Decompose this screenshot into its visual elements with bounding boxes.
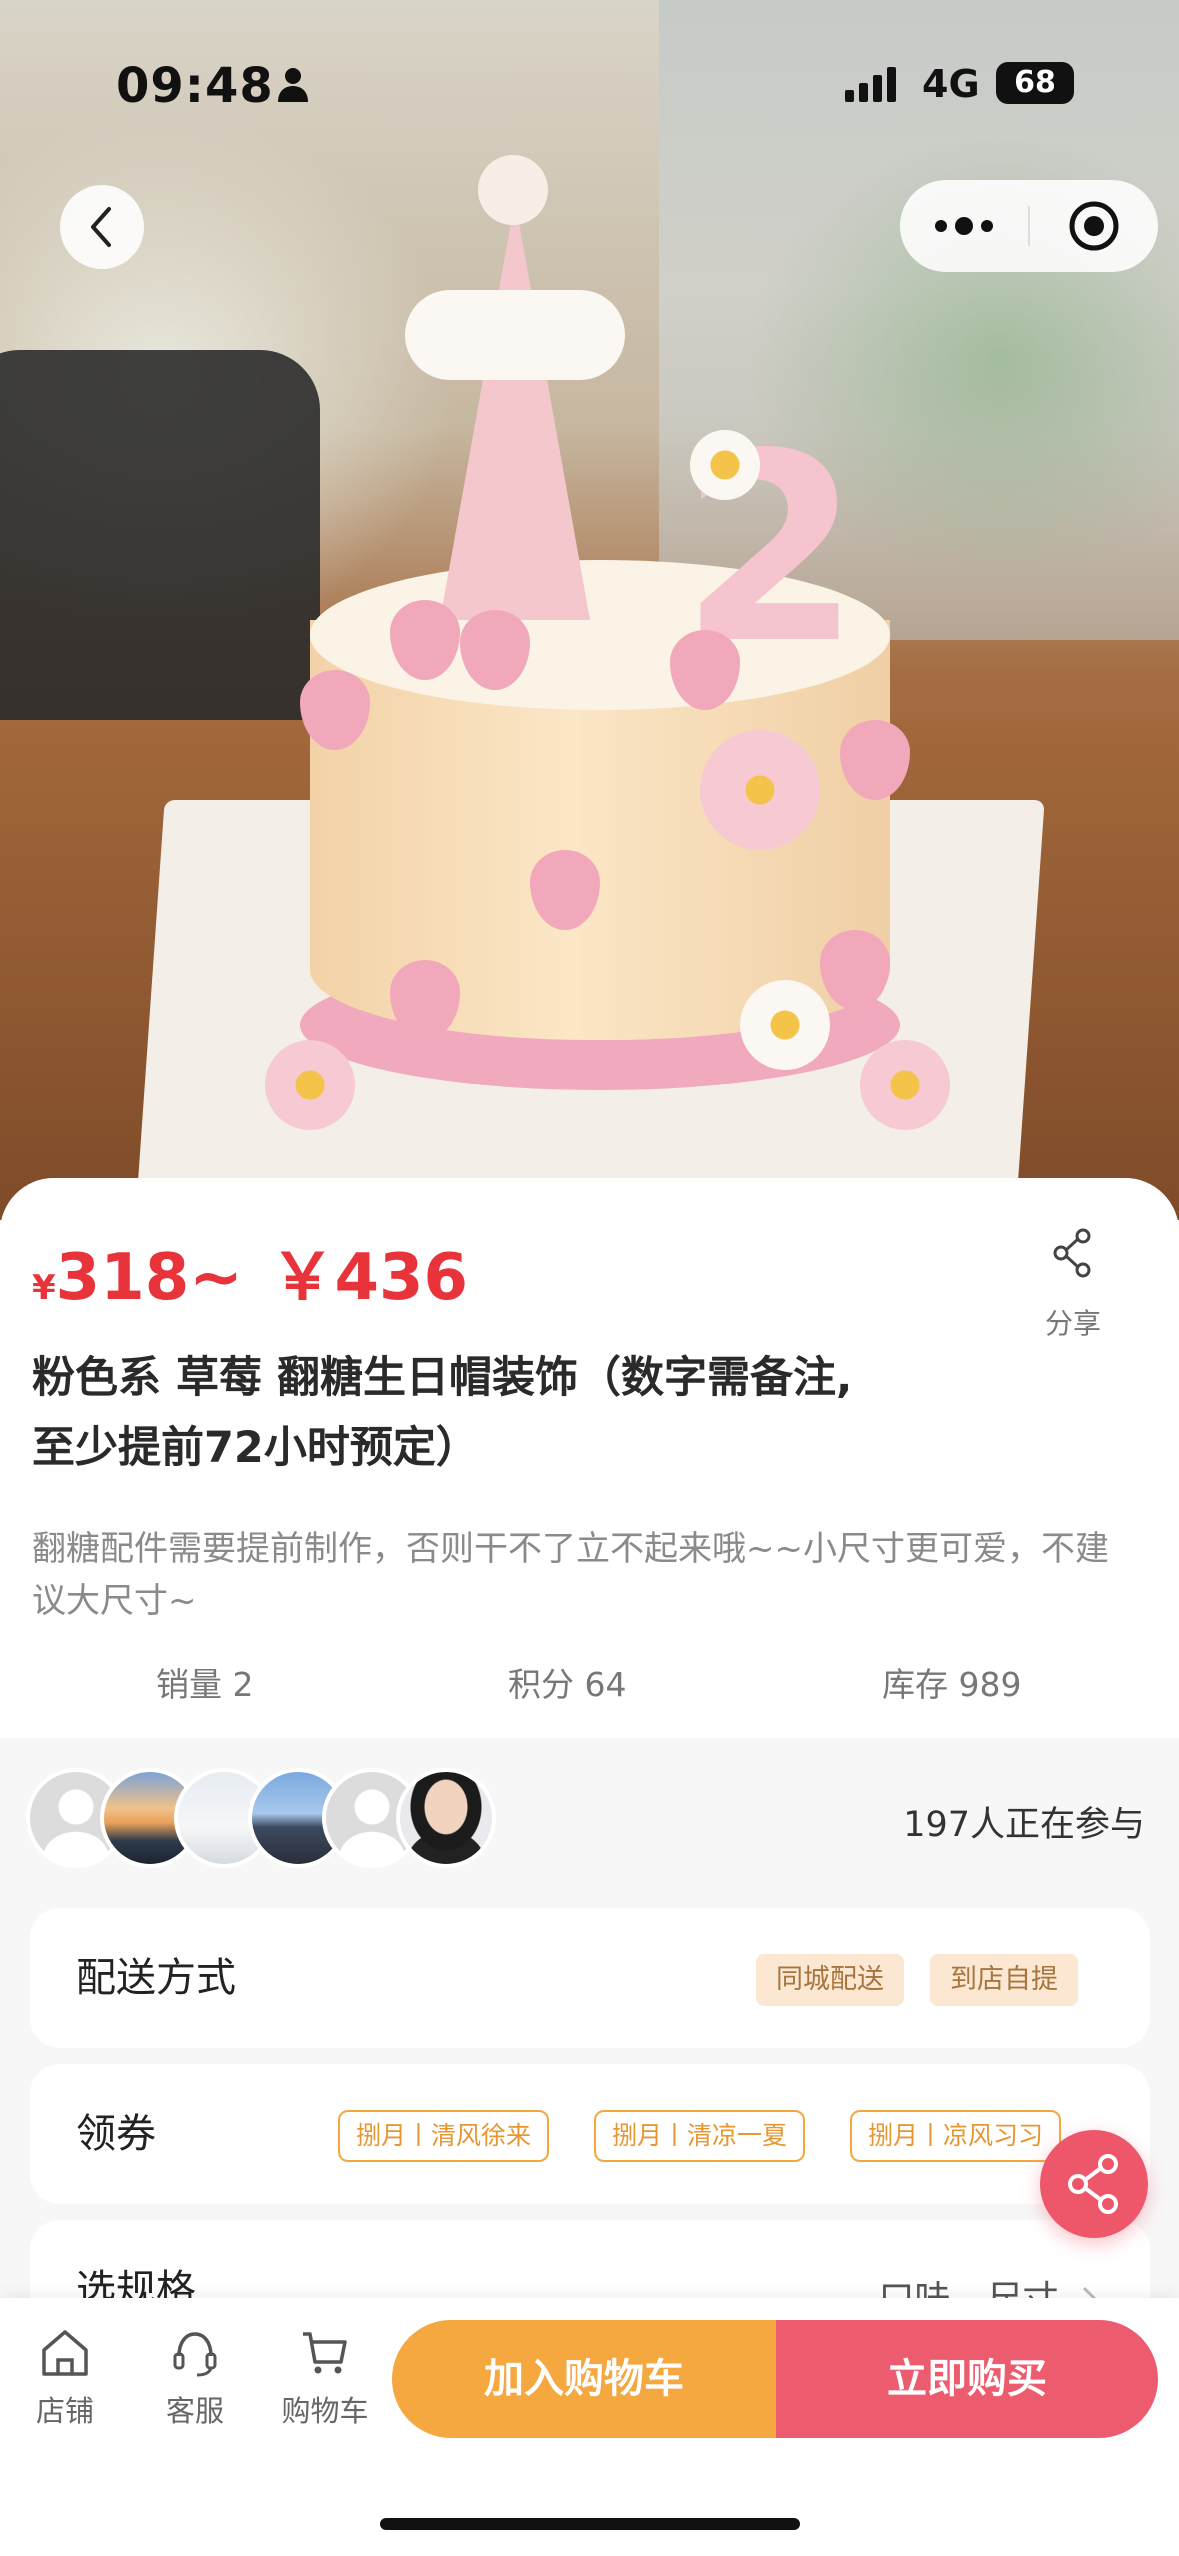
product-description: 翻糖配件需要提前制作，否则干不了立不起来哦~~小尺寸更可爱，不建议大尺寸~ <box>32 1529 1109 1621</box>
network-type: 4G <box>922 62 980 106</box>
price-low: 318~ <box>55 1241 243 1315</box>
delivery-option-pickup[interactable]: 到店自提 <box>930 1954 1078 2006</box>
battery-icon: 68 <box>996 62 1074 104</box>
buy-now-button[interactable]: 立即购买 <box>776 2320 1158 2438</box>
coupon-section[interactable]: 领券 捌月丨清风徐来 捌月丨清凉一夏 捌月丨凉风习习 <box>30 2064 1150 2204</box>
cart-icon <box>303 2332 347 2374</box>
more-options-button[interactable] <box>900 217 1028 235</box>
tab-customer-service[interactable]: 客服 <box>140 2328 250 2430</box>
share-button[interactable]: 分享 <box>1030 1228 1116 1342</box>
tab-cart-label: 购物车 <box>281 2394 369 2428</box>
bottom-action-bar: 店铺 客服 购物车 加入购物车 立即购买 <box>0 2298 1179 2556</box>
coupon-label: 领券 <box>76 2111 156 2157</box>
sales-count: 销量 2 <box>156 1665 254 1704</box>
delivery-section: 配送方式 同城配送 到店自提 <box>30 1908 1150 2048</box>
avatar <box>396 1768 496 1868</box>
share-icon <box>1053 1228 1091 1278</box>
delivery-option-local[interactable]: 同城配送 <box>756 1954 904 2006</box>
store-icon <box>42 2330 88 2376</box>
coupon-tag[interactable]: 捌月丨清凉一夏 <box>594 2110 806 2162</box>
customer-service-icon <box>173 2332 217 2377</box>
stock-count: 库存 989 <box>882 1665 1022 1704</box>
participants-row[interactable]: 197人正在参与 <box>0 1768 1179 1878</box>
status-time: 09:48 <box>116 58 274 114</box>
cellular-signal-icon <box>845 66 896 102</box>
tab-customer-service-label: 客服 <box>165 2394 224 2428</box>
share-icon <box>1068 2154 1118 2214</box>
price-range: ¥318~ ￥436 <box>32 1226 468 1318</box>
coupon-tag[interactable]: 捌月丨凉风习习 <box>850 2110 1062 2162</box>
status-bar: 09:48 4G 68 <box>0 0 1179 170</box>
coupon-tag[interactable]: 捌月丨清风徐来 <box>338 2110 550 2162</box>
back-button[interactable] <box>60 185 144 269</box>
close-miniprogram-button[interactable] <box>1030 199 1158 253</box>
product-info-card: ¥318~ ￥436 分享 粉色系 草莓 翻糖生日帽装饰（数字需备注, 至少提前… <box>0 1178 1179 2378</box>
home-indicator[interactable] <box>380 2518 800 2530</box>
add-to-cart-button[interactable]: 加入购物车 <box>392 2320 776 2438</box>
participant-count: 197人正在参与 <box>903 1805 1145 1845</box>
chevron-left-icon <box>91 207 111 247</box>
delivery-label: 配送方式 <box>76 1955 236 2001</box>
points-value: 积分 64 <box>508 1665 627 1704</box>
floating-share-button[interactable] <box>1040 2130 1148 2238</box>
person-icon <box>278 68 308 102</box>
tab-store[interactable]: 店铺 <box>10 2328 120 2430</box>
product-title: 粉色系 草莓 翻糖生日帽装饰（数字需备注, 至少提前72小时预定） <box>32 1353 853 1473</box>
price-high: ￥436 <box>270 1241 469 1315</box>
product-detail-page: 2 09:48 4G 68 ¥318~ ￥436 分享 粉色系 草莓 翻糖生日帽… <box>0 0 1179 2556</box>
target-icon <box>1069 201 1119 251</box>
tab-cart[interactable]: 购物车 <box>270 2328 380 2430</box>
price-currency: ¥ <box>32 1268 56 1308</box>
share-label: 分享 <box>1044 1307 1101 1340</box>
miniprogram-capsule <box>900 180 1158 272</box>
tab-store-label: 店铺 <box>35 2394 94 2428</box>
